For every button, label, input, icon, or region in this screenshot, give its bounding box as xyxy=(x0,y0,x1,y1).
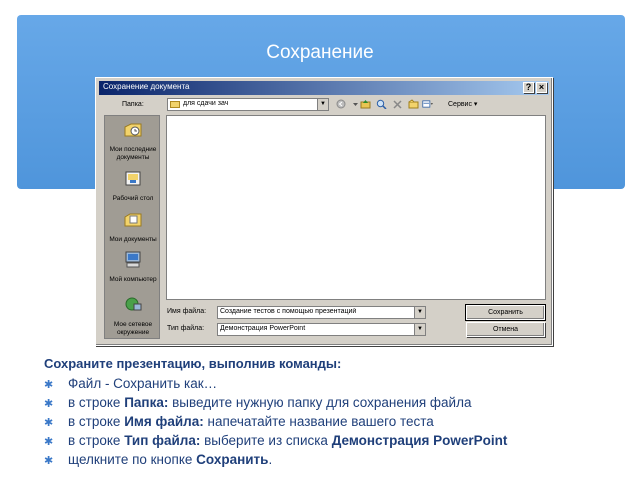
file-list[interactable] xyxy=(166,115,546,300)
delete-icon[interactable] xyxy=(392,99,403,109)
item-bold: Имя файла: xyxy=(124,414,204,429)
tools-menu-label: Сервис xyxy=(448,101,472,108)
folder-icon xyxy=(170,101,180,108)
place-history-label: Мои последние документы xyxy=(109,146,157,161)
history-icon xyxy=(124,123,142,137)
place-network-label: Мое сетевое окружение xyxy=(113,321,153,336)
item-text: выведите нужную папку для сохранения фай… xyxy=(168,395,472,410)
item-text: . xyxy=(268,452,273,467)
item-text: выберите из списка xyxy=(200,433,332,448)
item-text: напечатайте название вашего теста xyxy=(203,414,434,429)
help-button[interactable]: ? xyxy=(523,82,534,93)
place-history[interactable]: Мои последние документы xyxy=(105,121,161,162)
filename-value: Создание тестов с помощью презентаций xyxy=(220,308,357,315)
place-desktop-label: Рабочий стол xyxy=(112,195,154,202)
place-my-documents[interactable]: Мои документы xyxy=(105,211,161,244)
place-my-computer[interactable]: Мой компьютер xyxy=(105,251,161,284)
tools-menu[interactable]: Сервис ▾ xyxy=(448,100,477,108)
cancel-button[interactable]: Отмена xyxy=(466,322,545,337)
list-item: ✱ щелкните по кнопке Сохранить. xyxy=(44,450,507,469)
save-button[interactable]: Сохранить xyxy=(465,304,546,321)
chevron-down-icon[interactable]: ▼ xyxy=(414,324,425,335)
folder-value: для сдачи зач xyxy=(183,100,229,107)
save-dialog: Сохранение документа ? × Папка: для сдач… xyxy=(95,77,553,346)
folder-select[interactable]: для сдачи зач ▼ xyxy=(167,98,329,111)
list-item: ✱ в строке Папка: выведите нужную папку д… xyxy=(44,393,507,412)
desktop-icon xyxy=(125,171,141,186)
place-my-computer-label: Мой компьютер xyxy=(109,276,157,283)
list-item: ✱ Файл - Сохранить как… xyxy=(44,374,507,393)
my-documents-icon xyxy=(124,213,142,227)
list-item: ✱ в строке Имя файла: напечатайте названи… xyxy=(44,412,507,431)
chevron-down-icon[interactable]: ▼ xyxy=(414,307,425,318)
filename-field[interactable]: Создание тестов с помощью презентаций ▼ xyxy=(217,306,426,319)
item-text: в строке xyxy=(68,414,125,429)
filetype-select[interactable]: Демонстрация PowerPoint ▼ xyxy=(217,323,426,336)
item-text: щелкните по кнопке xyxy=(68,452,197,467)
filetype-label: Тип файла: xyxy=(167,325,205,332)
item-bold: Демонстрация PowerPoint xyxy=(331,433,508,448)
place-my-documents-label: Мои документы xyxy=(109,236,157,243)
back-icon[interactable] xyxy=(336,99,347,109)
item-bold: Папка: xyxy=(124,395,169,410)
filetype-value: Демонстрация PowerPoint xyxy=(220,325,306,332)
search-web-icon[interactable] xyxy=(376,99,387,109)
close-button[interactable]: × xyxy=(536,82,547,93)
dialog-title: Сохранение документа xyxy=(103,82,190,91)
up-folder-icon[interactable] xyxy=(360,99,371,109)
item-bold: Тип файла: xyxy=(124,433,201,448)
filename-label: Имя файла: xyxy=(167,308,207,315)
folder-label: Папка: xyxy=(122,101,144,108)
item-bold: Сохранить xyxy=(196,452,269,467)
new-folder-icon[interactable] xyxy=(408,99,419,109)
places-bar: Мои последние документы Рабочий стол Мои… xyxy=(104,115,160,339)
slide-title: Сохранение xyxy=(266,42,374,63)
network-icon xyxy=(125,297,142,311)
instructions-list: ✱ Файл - Сохранить как… ✱ в строке Папка: … xyxy=(44,374,507,469)
item-text: в строке xyxy=(68,433,125,448)
place-desktop[interactable]: Рабочий стол xyxy=(105,170,161,203)
views-icon[interactable] xyxy=(422,99,433,109)
item-text: Файл - Сохранить как… xyxy=(68,376,218,391)
bullet-star-icon: ✱ xyxy=(44,455,54,467)
list-item: ✱ в строке Тип файла: выберите из списка … xyxy=(44,431,507,450)
instructions-heading: Сохраните презентацию, выполнив команды: xyxy=(44,356,342,371)
chevron-down-icon[interactable]: ▼ xyxy=(317,99,328,110)
my-computer-icon xyxy=(125,251,141,268)
dialog-titlebar[interactable]: Сохранение документа ? × xyxy=(99,81,549,95)
place-network[interactable]: Мое сетевое окружение xyxy=(105,296,161,337)
item-text: в строке xyxy=(68,395,125,410)
